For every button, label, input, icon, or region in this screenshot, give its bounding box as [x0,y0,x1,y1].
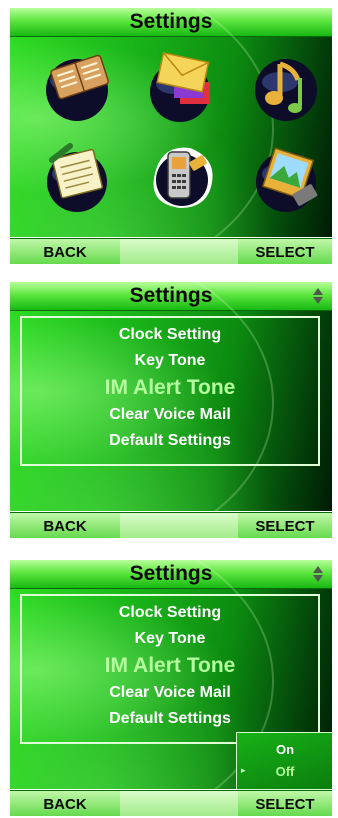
popup-option-off[interactable]: Off [237,764,332,779]
screen-settings-icons: Settings BACK SELECT [10,8,332,264]
settings-menu-list: Clock Setting Key Tone IM Alert Tone Cle… [20,316,320,466]
select-button[interactable]: SELECT [238,239,332,264]
popup-option-on[interactable]: On [237,742,332,757]
softkey-center-blank [120,239,238,264]
softkey-bar: BACK SELECT [10,512,332,538]
menu-item-key-tone[interactable]: Key Tone [22,630,318,648]
back-button[interactable]: BACK [10,791,120,816]
on-off-popup: On ▸ Off [236,732,332,790]
softkey-bar: BACK SELECT [10,790,332,816]
music-icon[interactable] [250,48,324,122]
menu-item-clear-voice-mail[interactable]: Clear Voice Mail [22,684,318,702]
menu-item-clear-voice-mail[interactable]: Clear Voice Mail [22,406,318,424]
wallpaper-swoosh [10,8,274,264]
messages-icon[interactable] [146,48,220,122]
address-book-icon[interactable] [40,48,114,122]
select-button[interactable]: SELECT [238,791,332,816]
notepad-icon[interactable] [40,138,114,212]
screen-settings-popup: Settings Clock Setting Key Tone IM Alert… [10,560,332,816]
back-button[interactable]: BACK [10,239,120,264]
back-button[interactable]: BACK [10,513,120,538]
scroll-arrows-icon [313,566,323,582]
select-button[interactable]: SELECT [238,513,332,538]
menu-item-default-settings[interactable]: Default Settings [22,710,318,728]
menu-item-im-alert-tone[interactable]: IM Alert Tone [22,654,318,678]
menu-item-key-tone[interactable]: Key Tone [22,352,318,370]
menu-item-default-settings[interactable]: Default Settings [22,432,318,450]
screen-settings-list: Settings Clock Setting Key Tone IM Alert… [10,282,332,538]
phone-settings-icon[interactable] [146,138,220,212]
menu-item-clock-setting[interactable]: Clock Setting [22,326,318,344]
menu-item-im-alert-tone[interactable]: IM Alert Tone [22,376,318,400]
menu-item-clock-setting[interactable]: Clock Setting [22,604,318,622]
pictures-icon[interactable] [250,138,324,212]
settings-menu-list: Clock Setting Key Tone IM Alert Tone Cle… [20,594,320,744]
softkey-bar: BACK SELECT [10,238,332,264]
softkey-center-blank [120,791,238,816]
softkey-center-blank [120,513,238,538]
scroll-arrows-icon [313,288,323,304]
